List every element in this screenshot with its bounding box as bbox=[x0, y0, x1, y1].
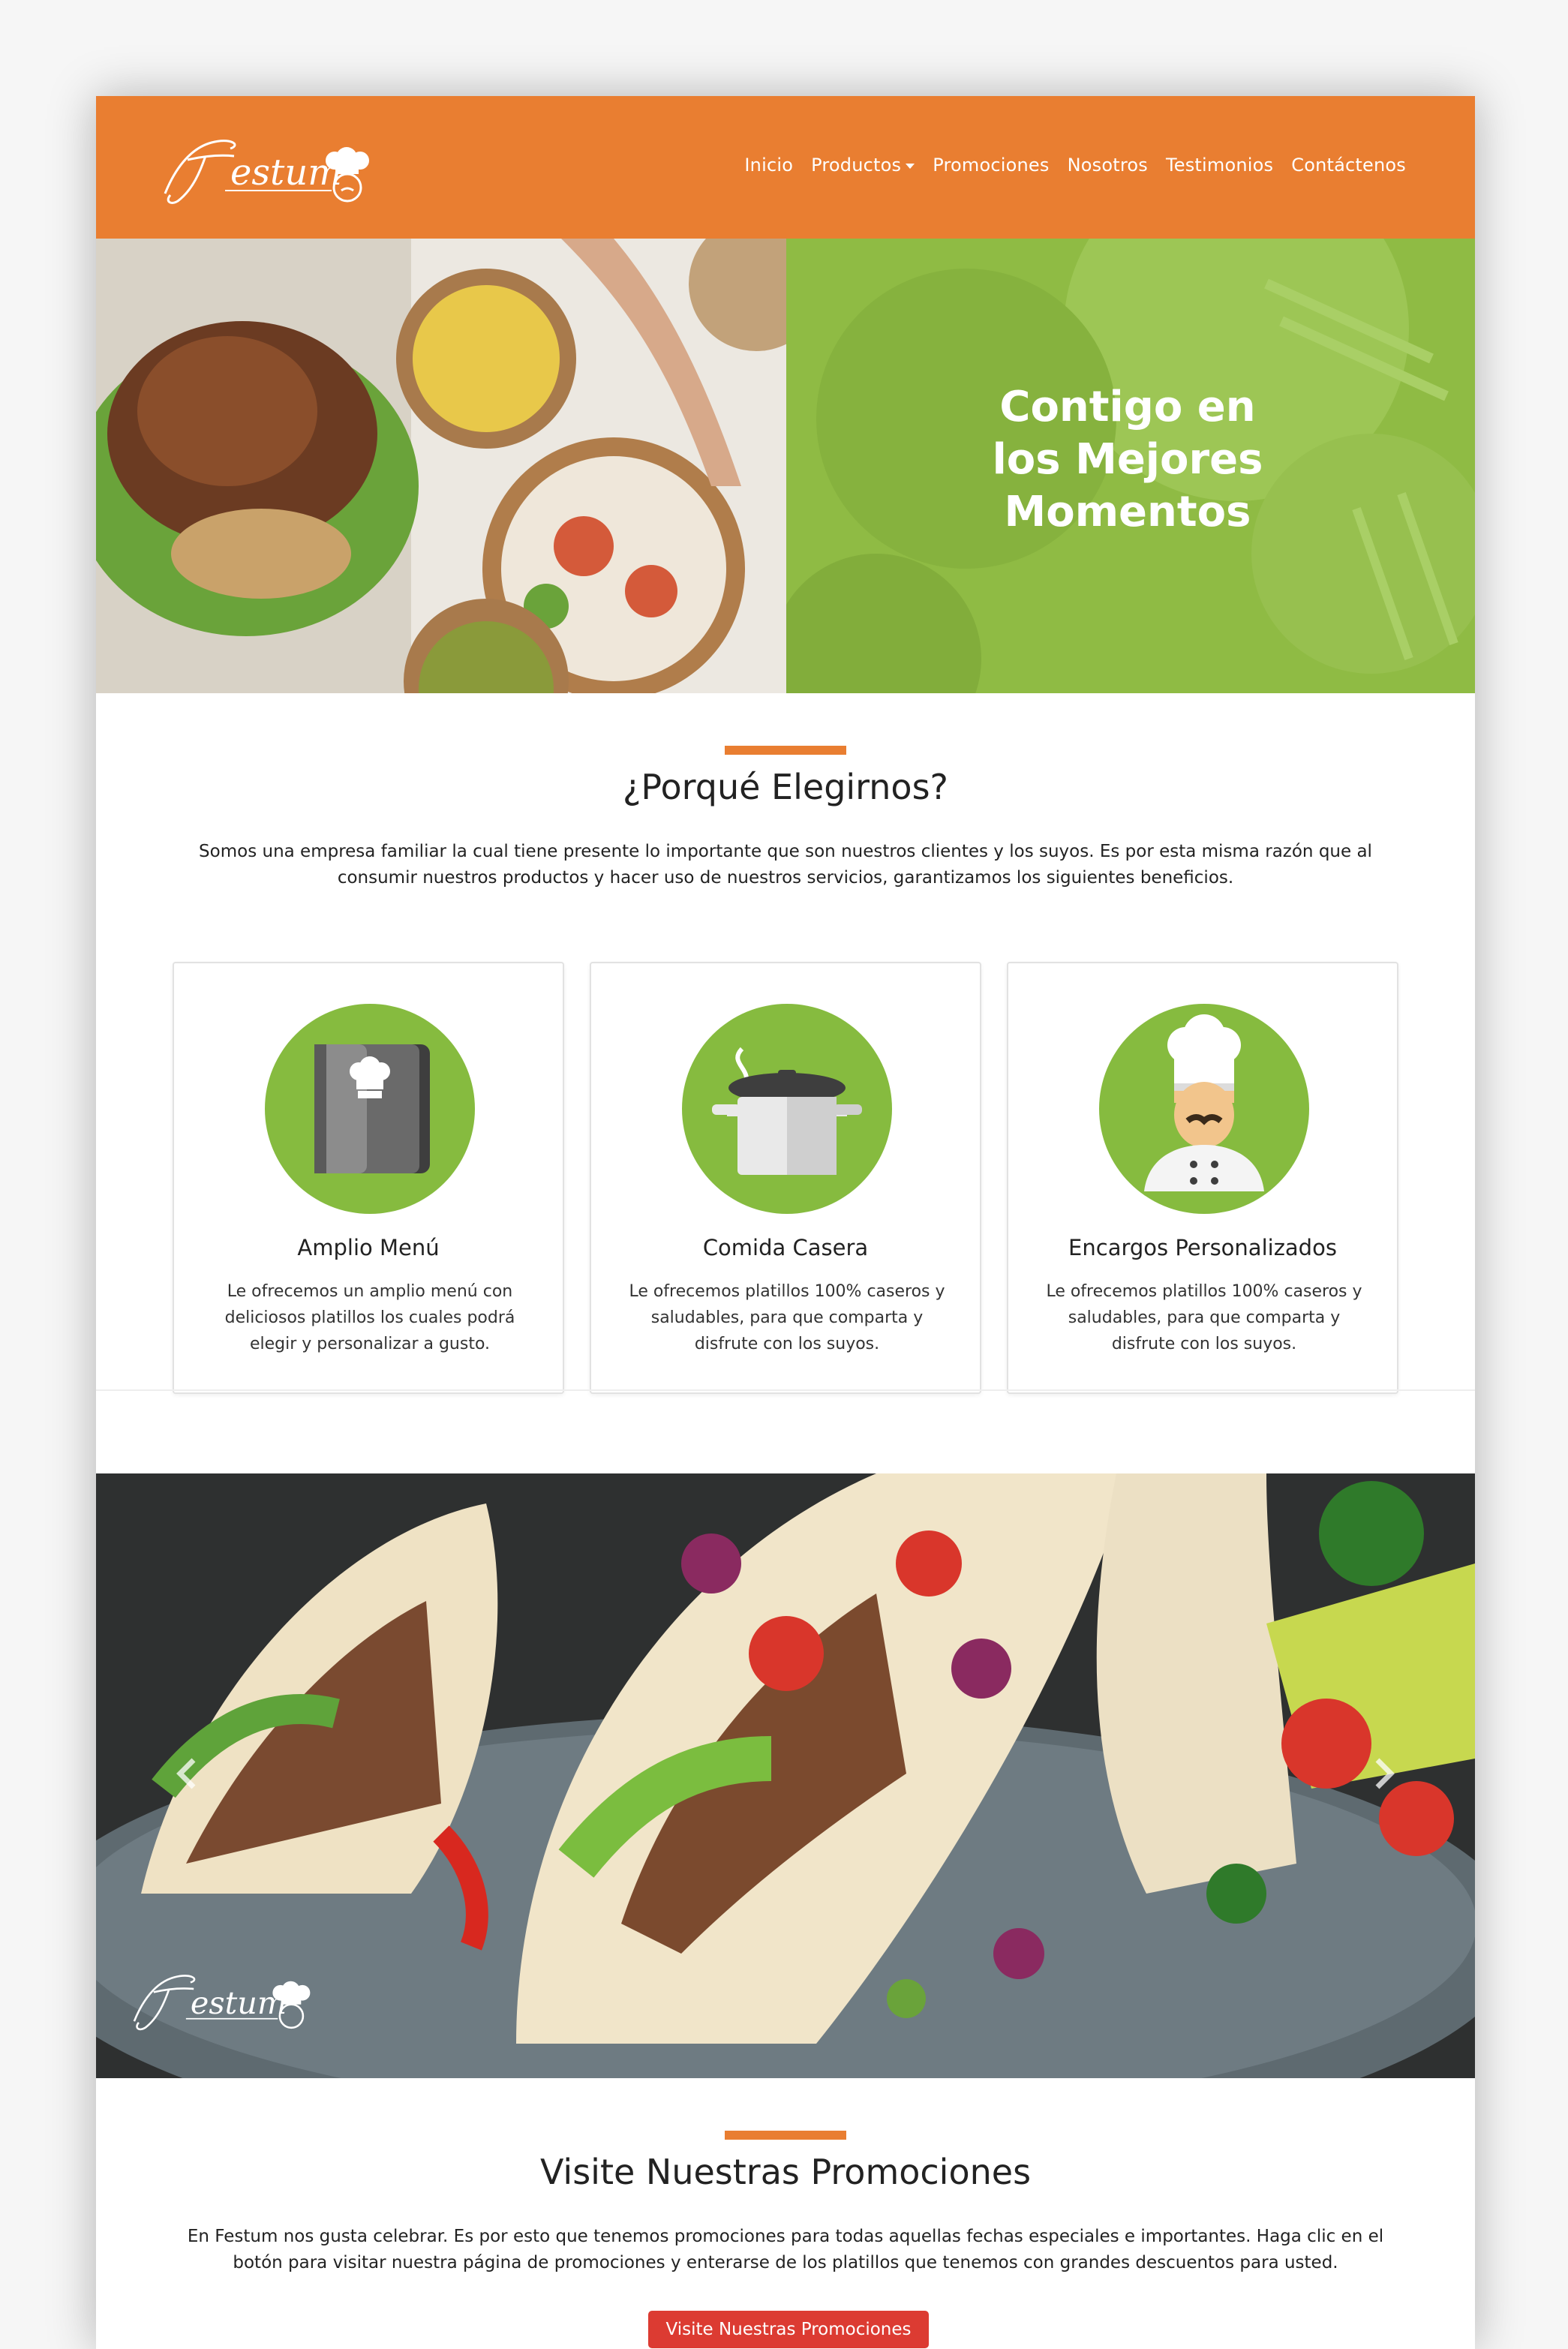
feature-text-line: Le ofrecemos platillos 100% caseros y bbox=[629, 1282, 945, 1301]
carousel-prev-button[interactable] bbox=[165, 1751, 210, 1796]
chef-icon bbox=[1099, 1004, 1309, 1214]
feature-title-custom-orders: Encargos Personalizados bbox=[1068, 1235, 1337, 1260]
promo-title: Visite Nuestras Promociones bbox=[539, 2152, 1032, 2192]
feature-text-line: Le ofrecemos un amplio menú con bbox=[227, 1282, 513, 1301]
visit-promotions-button[interactable]: Visite Nuestras Promociones bbox=[648, 2311, 929, 2348]
promo-description-line-1: En Festum nos gusta celebrar. Es por est… bbox=[187, 2227, 1384, 2246]
feature-text-line: saludables, para que comparta y bbox=[1068, 1308, 1341, 1327]
nav-item-nosotros[interactable]: Nosotros bbox=[1068, 155, 1148, 176]
hero-banner: Contigo en los Mejores Momentos bbox=[96, 239, 1475, 693]
feature-card-menu: Amplio Menú Le ofrecemos un amplio menú … bbox=[173, 962, 564, 1394]
why-description: Somos una empresa familiar la cual tiene… bbox=[186, 839, 1385, 891]
section-divider bbox=[96, 1389, 1475, 1391]
carousel-next-button[interactable] bbox=[1361, 1751, 1406, 1796]
page: estum Inicio Productos Promociones Nosot… bbox=[96, 96, 1475, 2349]
feature-text-homemade: Le ofrecemos platillos 100% caseros y sa… bbox=[621, 1278, 953, 1357]
feature-text-line: elegir y personalizar a gusto. bbox=[249, 1335, 491, 1353]
festum-logo[interactable]: estum bbox=[159, 126, 377, 209]
feature-card-custom-orders: Encargos Personalizados Le ofrecemos pla… bbox=[1007, 962, 1398, 1394]
hero-line-3: Momentos bbox=[1004, 488, 1251, 536]
feature-title-menu: Amplio Menú bbox=[297, 1235, 440, 1260]
why-accent-bar bbox=[725, 746, 846, 755]
why-title: ¿Porqué Elegirnos? bbox=[623, 767, 948, 807]
hero-food-photo bbox=[96, 239, 786, 693]
feature-text-line: Le ofrecemos platillos 100% caseros y bbox=[1046, 1282, 1362, 1301]
nav-item-productos[interactable]: Productos bbox=[811, 155, 915, 176]
svg-text:estum: estum bbox=[230, 152, 342, 194]
nav-item-promociones[interactable]: Promociones bbox=[933, 155, 1049, 176]
carousel-festum-logo: estum bbox=[133, 1975, 311, 2031]
caret-down-icon bbox=[906, 163, 915, 169]
nav-item-testimonios[interactable]: Testimonios bbox=[1166, 155, 1273, 176]
promo-description: En Festum nos gusta celebrar. Es por est… bbox=[171, 2224, 1400, 2276]
promo-accent-bar bbox=[725, 2131, 846, 2140]
why-description-line-1: Somos una empresa familiar la cual tiene… bbox=[199, 842, 1372, 861]
promo-description-line-2: botón para visitar nuestra página de pro… bbox=[233, 2253, 1338, 2272]
why-description-line-2: consumir nuestros productos y hacer uso … bbox=[337, 868, 1234, 888]
cooking-pot-icon bbox=[682, 1004, 892, 1214]
feature-card-homemade: Comida Casera Le ofrecemos platillos 100… bbox=[590, 962, 981, 1394]
hero-line-2: los Mejores bbox=[992, 435, 1263, 484]
nav-item-inicio[interactable]: Inicio bbox=[744, 155, 793, 176]
svg-text:estum: estum bbox=[191, 1985, 287, 2021]
hero-line-1: Contigo en bbox=[999, 383, 1256, 431]
feature-text-menu: Le ofrecemos un amplio menú con delicios… bbox=[204, 1278, 536, 1357]
feature-text-line: saludables, para que comparta y bbox=[650, 1308, 924, 1327]
hero-headline: Contigo en los Mejores Momentos bbox=[951, 381, 1304, 539]
feature-title-homemade: Comida Casera bbox=[702, 1235, 869, 1260]
feature-text-line: disfrute con los suyos. bbox=[1111, 1335, 1297, 1353]
navbar: estum Inicio Productos Promociones Nosot… bbox=[96, 96, 1475, 239]
menu-book-icon bbox=[265, 1004, 475, 1214]
nav-links: Inicio Productos Promociones Nosotros Te… bbox=[744, 155, 1406, 176]
nav-item-contactenos[interactable]: Contáctenos bbox=[1291, 155, 1406, 176]
food-carousel[interactable]: estum bbox=[96, 1473, 1475, 2078]
feature-text-custom-orders: Le ofrecemos platillos 100% caseros y sa… bbox=[1038, 1278, 1370, 1357]
feature-text-line: disfrute con los suyos. bbox=[694, 1335, 880, 1353]
feature-text-line: deliciosos platillos los cuales podrá bbox=[224, 1308, 515, 1327]
nav-item-productos-label: Productos bbox=[811, 155, 902, 176]
